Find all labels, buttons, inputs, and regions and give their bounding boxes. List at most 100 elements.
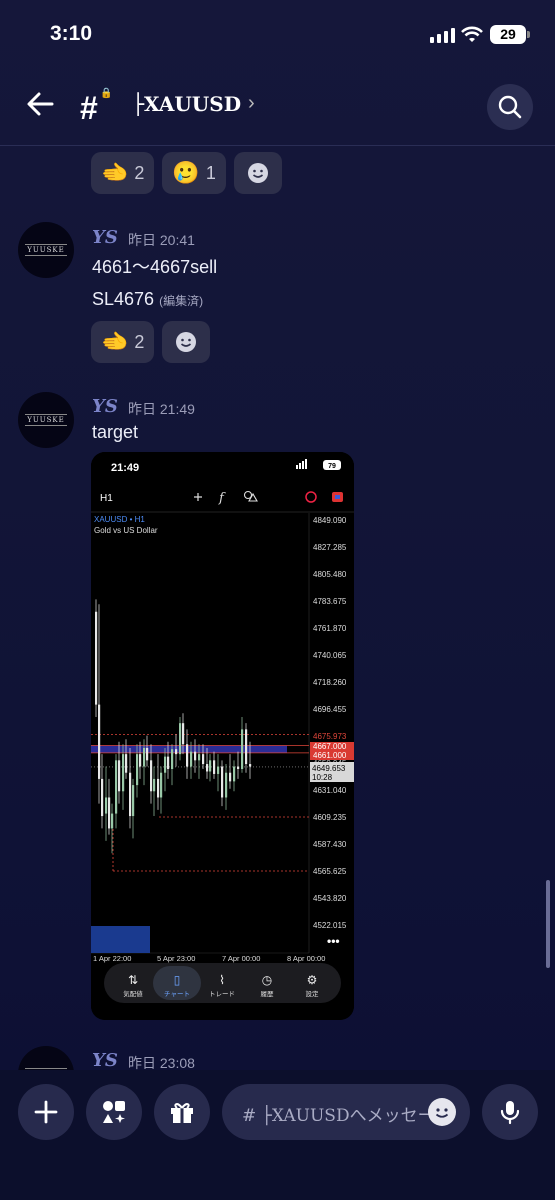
message-author[interactable]: YS [92,227,118,248]
tab-icon: ⚙ [307,973,318,987]
price-tick-label: 4805.480 [313,570,347,579]
candle-body [245,729,248,765]
message-author[interactable]: YS [92,396,118,417]
candle-body [241,729,244,769]
sl-level-label: 4675.973 [313,732,347,741]
voice-message-button[interactable] [482,1084,538,1140]
candle-body [125,754,128,773]
candle-body [190,751,193,767]
candle-body [111,813,114,829]
symbol-description: Gold vs US Dollar [94,526,158,535]
reaction-emoji: 🫲 [101,329,129,354]
scrollbar[interactable] [546,880,550,968]
avatar[interactable]: YUUSKE [18,392,74,448]
candle-body [95,611,98,705]
smiley-add-icon [247,163,268,183]
battery-indicator: 29 [490,25,530,44]
candle-body [105,797,108,814]
candle-body [198,754,201,761]
attached-chart-image[interactable]: 21:49 79 H1 f XAUUSD • H1 Gold vs US Dol… [91,452,354,1020]
message-timestamp: 昨日 21:49 [128,401,195,417]
edited-label: (編集済) [159,294,204,308]
status-bar: 3:10 29 [0,0,555,70]
tab-label: 履歴 [261,990,275,998]
message-author[interactable]: YS [92,1050,118,1071]
reaction-pill[interactable]: 🥲 1 [162,152,226,194]
add-reaction-button[interactable] [162,321,211,363]
tab-label: 設定 [306,989,320,998]
reaction-emoji: 🥲 [172,160,200,185]
candle-body [108,797,111,829]
search-icon [498,95,522,119]
date-tick-label: 7 Apr 00:00 [222,954,260,963]
date-tick-label: 8 Apr 00:00 [287,954,325,963]
candle-body [229,772,232,782]
candle-body [194,751,197,761]
sell-zone [91,745,287,753]
entry-high-label: 4667.000 [313,742,347,751]
candle-body [118,760,121,792]
message-composer: # ├XAUUSDへメッセージを送信 [0,1070,555,1200]
candle-body [217,766,220,774]
attach-button[interactable] [18,1084,74,1140]
message-text: SL4676 (編集済) [92,289,203,310]
message-input-placeholder: # ├XAUUSDへメッセージを送信 [242,1106,432,1126]
price-tick-label: 4587.430 [313,840,347,849]
candle-body [146,747,149,761]
microphone-icon [500,1101,520,1125]
tab-icon: ◷ [262,973,273,987]
price-tick-label: 4543.820 [313,894,347,903]
candle-body [98,704,101,779]
channel-title[interactable]: ├XAUUSD [132,92,241,116]
date-tick-label: 1 Apr 22:00 [93,954,131,963]
shot-time: 21:49 [111,462,139,474]
candle-body [167,756,170,769]
candle-body [101,778,104,817]
price-tick-label: 4740.065 [313,651,347,660]
status-time: 3:10 [50,22,93,45]
candle [179,716,182,761]
avatar[interactable]: YUUSKE [18,222,74,278]
apps-button[interactable] [86,1084,142,1140]
gift-icon [171,1103,193,1123]
tab-label: トレード [209,990,235,998]
candle-body [209,760,212,772]
price-tick-label: 4849.090 [313,516,347,525]
candle [95,599,98,717]
symbol-label: XAUUSD • H1 [94,515,145,524]
emoji-picker-button[interactable] [428,1098,456,1126]
wifi-icon [461,26,483,42]
back-arrow-icon[interactable] [22,86,58,122]
add-reaction-button[interactable] [233,152,282,194]
search-button[interactable] [487,84,533,130]
candle-body [132,785,135,817]
smiley-add-icon [176,332,197,352]
reaction-count: 2 [134,331,145,352]
candle-body [213,760,216,774]
message-text: target [92,422,139,442]
candle-body [206,764,209,772]
price-tick-label: 4522.015 [313,921,347,930]
candle-body [171,749,174,769]
candle-body [136,754,139,786]
reaction-pill[interactable]: 🫲 2 [91,152,155,194]
candle-body [186,744,189,767]
emoji-icon [435,1108,449,1118]
candle-body [175,749,178,755]
candle-body [249,764,252,767]
gift-button[interactable] [154,1084,210,1140]
reaction-row: 🫲 2 [91,321,211,363]
candle-body [129,772,132,817]
plus-icon [34,1100,58,1124]
candle-body [233,766,236,782]
candle-body [225,772,228,798]
reaction-row: 🫲 2 🥲 1 [91,152,282,194]
message-input[interactable]: # ├XAUUSDへメッセージを送信 [222,1084,470,1140]
price-tick-label: 4631.040 [313,786,347,795]
reaction-pill[interactable]: 🫲 2 [91,321,155,363]
chevron-right-icon[interactable]: › [248,92,255,115]
price-tick-label: 4761.870 [313,624,347,633]
tab-icon: ⇅ [128,973,138,987]
candle-body [115,760,118,814]
price-tick-label: 4565.625 [313,867,347,876]
